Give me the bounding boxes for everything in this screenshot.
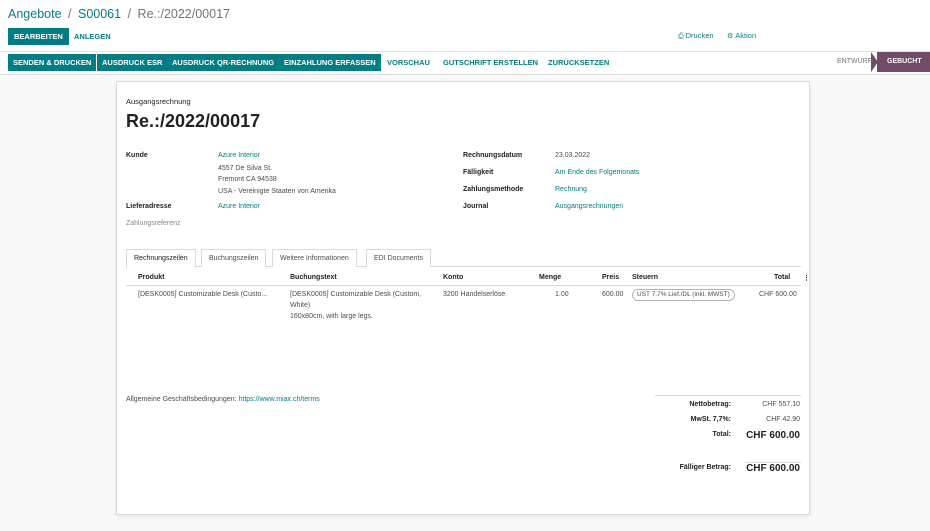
delivery-address-label: Lieferadresse (126, 203, 172, 210)
breadcrumb-quotations[interactable]: Angebote (8, 7, 62, 21)
column-quantity[interactable]: Menge (539, 274, 561, 281)
payment-terms-link[interactable]: Am Ende des Folgemonats (555, 169, 639, 176)
optional-columns-icon[interactable]: ⋮ (803, 274, 810, 282)
terms-conditions: Allgemeine Geschäftsbedingungen: https:/… (126, 396, 320, 403)
breadcrumb-separator: / (127, 7, 132, 21)
address-line: USA - Vereinigte Staaten von Amerika (218, 188, 336, 195)
line-price[interactable]: 600.00 (602, 291, 623, 298)
print-esr-button[interactable]: AUSDRUCK ESR (97, 54, 168, 71)
journal-link[interactable]: Ausgangsrechnungen (555, 203, 623, 210)
total-amount-label: Total: (712, 431, 731, 438)
gear-icon: ⚙ (727, 33, 734, 40)
invoice-date-value[interactable]: 23.03.2022 (555, 152, 590, 159)
invoice-date-label: Rechnungsdatum (463, 152, 523, 159)
column-taxes[interactable]: Steuern (632, 274, 658, 281)
payment-method-label: Zahlungsmethode (463, 186, 524, 193)
reset-to-draft-button[interactable]: ZURÜCKSETZEN (543, 54, 614, 71)
terms-link[interactable]: https://www.miax.ch/terms (238, 396, 319, 403)
send-print-button[interactable]: SENDEN & DRUCKEN (8, 54, 97, 71)
untaxed-amount-value: CHF 557.10 (762, 401, 800, 408)
add-credit-note-button[interactable]: GUTSCHRIFT ERSTELLEN (438, 54, 543, 71)
address-line: Fremont CA 94538 (218, 176, 277, 183)
column-account[interactable]: Konto (443, 274, 463, 281)
tab-invoice-lines[interactable]: Rechnungszeilen (126, 249, 196, 268)
tab-other-info[interactable]: Weitere Informationen (272, 249, 357, 267)
print-qr-invoice-button[interactable]: AUSDRUCK QR-RECHNUNG (167, 54, 280, 71)
payment-reference-label: Zahlungsreferenz (126, 220, 181, 227)
print-label: Drucken (685, 31, 714, 40)
register-payment-button[interactable]: EINZAHLUNG ERFASSEN (279, 54, 381, 71)
totals-divider (655, 395, 801, 396)
notebook-tabs: Rechnungszeilen Buchungszeilen Weitere I… (126, 249, 801, 268)
journal-label: Journal (463, 203, 489, 210)
total-amount-value: CHF 600.00 (746, 430, 800, 441)
column-label[interactable]: Buchungstext (290, 274, 337, 281)
print-icon: ⎙ (678, 33, 684, 40)
create-button[interactable]: ANLEGEN (68, 28, 117, 45)
invoice-number: Re.:/2022/00017 (126, 111, 261, 131)
line-quantity[interactable]: 1.00 (555, 291, 569, 298)
action-menu-button[interactable]: ⚙ Aktion (727, 31, 756, 40)
action-label: Aktion (735, 31, 757, 40)
print-menu-button[interactable]: ⎙ Drucken (678, 31, 714, 41)
breadcrumb-current: Re.:/2022/00017 (137, 7, 230, 21)
edit-button[interactable]: BEARBEITEN (8, 28, 69, 45)
tax-amount-value: CHF 42.90 (766, 416, 800, 423)
line-label[interactable]: [DESK0005] Customizable Desk (Custom, (290, 291, 421, 298)
amount-due-value: CHF 600.00 (746, 463, 800, 474)
invoice-type-label: Ausgangsrechnung (126, 97, 191, 106)
breadcrumb: Angebote / S00061 / Re.:/2022/00017 (8, 7, 230, 21)
line-product[interactable]: [DESK0005] Customizable Desk (Custo... (138, 291, 267, 298)
customer-link[interactable]: Azure Interior (218, 152, 260, 159)
column-price[interactable]: Preis (602, 274, 619, 281)
line-total: CHF 600.00 (759, 291, 797, 298)
preview-button[interactable]: VORSCHAU (382, 54, 435, 71)
due-date-label: Fälligkeit (463, 169, 494, 176)
delivery-address-link[interactable]: Azure Interior (218, 203, 260, 210)
invoice-form-sheet: Ausgangsrechnung Re.:/2022/00017 Kunde A… (116, 81, 810, 515)
status-posted[interactable]: GEBUCHT (877, 52, 930, 72)
tax-amount-label: MwSt. 7,7%: (690, 416, 731, 423)
tab-edi-documents[interactable]: EDI Documents (366, 249, 432, 267)
tab-journal-items[interactable]: Buchungszeilen (201, 249, 267, 267)
terms-label: Allgemeine Geschäftsbedingungen: (126, 396, 237, 403)
address-line: 4557 De Silva St. (218, 165, 273, 172)
breadcrumb-order[interactable]: S00061 (78, 7, 121, 21)
line-label[interactable]: 160x80cm, with large legs. (290, 313, 373, 320)
control-panel: Angebote / S00061 / Re.:/2022/00017 BEAR… (0, 0, 930, 75)
table-header-divider (126, 285, 801, 286)
amount-due-label: Fälliger Betrag: (679, 464, 731, 471)
breadcrumb-separator: / (68, 7, 72, 21)
line-tax-tag[interactable]: UST 7.7% Lief./DL (inkl. MWST) (632, 289, 735, 301)
column-product[interactable]: Produkt (138, 274, 164, 281)
customer-label: Kunde (126, 152, 148, 159)
line-account[interactable]: 3200 Handelserlöse (443, 291, 505, 298)
column-total[interactable]: Total (774, 274, 790, 281)
payment-method-link[interactable]: Rechnung (555, 186, 587, 193)
form-statusbar: SENDEN & DRUCKEN AUSDRUCK ESR AUSDRUCK Q… (0, 51, 930, 72)
untaxed-amount-label: Nettobetrag: (689, 401, 731, 408)
line-label[interactable]: White) (290, 302, 310, 309)
